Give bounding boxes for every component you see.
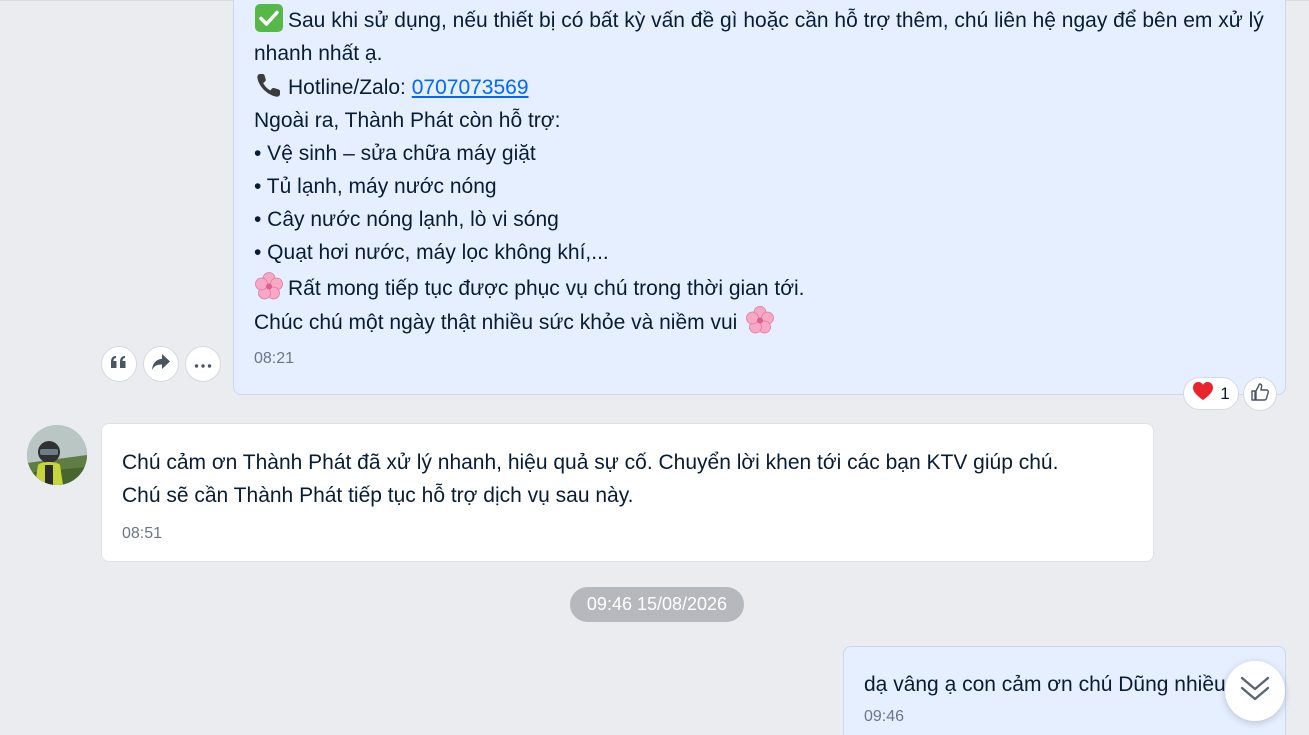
avatar[interactable] xyxy=(27,425,87,485)
forward-icon xyxy=(151,353,171,376)
support-item: • Vệ sinh – sửa chữa máy giặt xyxy=(254,142,536,165)
message-time: 09:46 xyxy=(864,708,905,725)
scroll-to-bottom-button[interactable] xyxy=(1225,661,1285,721)
message-time: 08:21 xyxy=(254,350,295,367)
message-bubble-outgoing[interactable]: Sau khi sử dụng, nếu thiết bị có bất kỳ … xyxy=(233,0,1286,395)
message-bubble-incoming[interactable]: Chú cảm ơn Thành Phát đã xử lý nhanh, hi… xyxy=(101,423,1154,562)
thumbs-up-icon xyxy=(1250,382,1270,407)
like-button[interactable] xyxy=(1243,377,1277,411)
message-time: 08:51 xyxy=(122,525,163,542)
chevrons-down-icon xyxy=(1239,675,1271,708)
message-line: Hotline/Zalo: 0707073569 xyxy=(254,70,1265,104)
message-text: Chú sẽ cần Thành Phát tiếp tục hỗ trợ dị… xyxy=(122,484,634,507)
message-text: Chú cảm ơn Thành Phát đã xử lý nhanh, hi… xyxy=(122,451,1059,474)
support-item: • Tủ lạnh, máy nước nóng xyxy=(254,175,497,198)
support-item: • Quạt hơi nước, máy lọc không khí,... xyxy=(254,241,609,264)
message-text: Chúc chú một ngày thật nhiều sức khỏe và… xyxy=(254,311,738,334)
message-text: dạ vâng ạ con cảm ơn chú Dũng nhiều xyxy=(864,673,1226,696)
cherry-blossom-icon xyxy=(254,271,284,301)
reaction-summary[interactable]: 1 xyxy=(1183,377,1239,410)
message-text: Sau khi sử dụng, nếu thiết bị có bất kỳ … xyxy=(254,9,1264,65)
message-line: Chúc chú một ngày thật nhiều sức khỏe và… xyxy=(254,305,1265,339)
hotline-label: Hotline/Zalo: xyxy=(288,76,412,99)
more-icon xyxy=(194,355,212,373)
support-intro: Ngoài ra, Thành Phát còn hỗ trợ: xyxy=(254,109,561,132)
telephone-receiver-icon xyxy=(254,70,284,100)
check-mark-button-icon xyxy=(254,3,284,33)
reaction-count: 1 xyxy=(1220,383,1230,403)
heart-icon xyxy=(1192,381,1214,406)
message-line: Rất mong tiếp tục được phục vụ chú trong… xyxy=(254,271,1265,305)
message-text: Rất mong tiếp tục được phục vụ chú trong… xyxy=(288,277,805,300)
more-button[interactable] xyxy=(185,346,221,382)
cherry-blossom-icon xyxy=(745,305,775,335)
message-bubble-outgoing[interactable]: dạ vâng ạ con cảm ơn chú Dũng nhiều 09:4… xyxy=(843,646,1286,735)
quote-icon xyxy=(110,355,128,374)
forward-button[interactable] xyxy=(143,346,179,382)
avatar-image xyxy=(27,425,87,485)
support-item: • Cây nước nóng lạnh, lò vi sóng xyxy=(254,208,559,231)
date-separator: 09:46 15/08/2026 xyxy=(570,587,744,622)
message-line: Sau khi sử dụng, nếu thiết bị có bất kỳ … xyxy=(254,3,1265,70)
chat-view: Sau khi sử dụng, nếu thiết bị có bất kỳ … xyxy=(0,0,1309,735)
quote-button[interactable] xyxy=(101,346,137,382)
hotline-link[interactable]: 0707073569 xyxy=(412,76,529,99)
